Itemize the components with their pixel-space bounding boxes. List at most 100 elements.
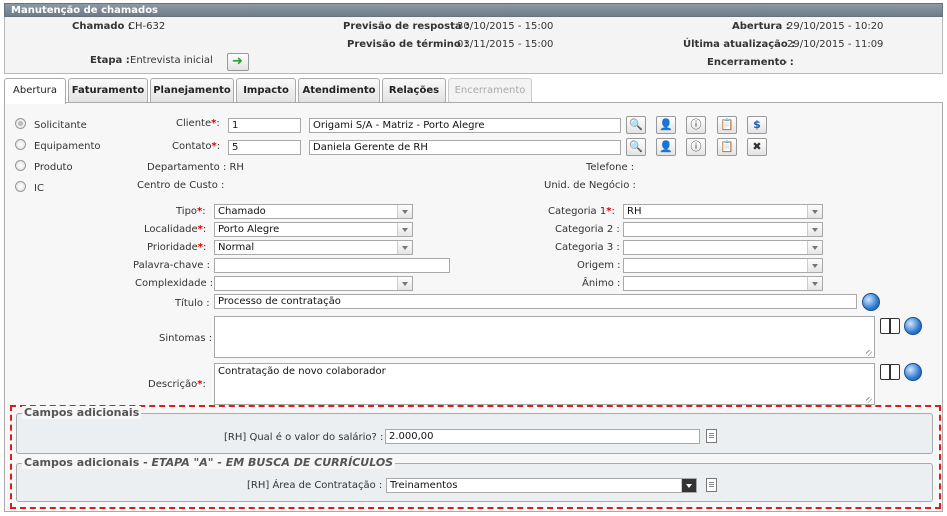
tab-relacoes[interactable]: Relações	[382, 78, 446, 103]
ultima-atualizacao-label: Última atualização :	[683, 39, 796, 50]
chevron-down-icon	[807, 277, 822, 290]
categoria3-label: Categoria 3 :	[555, 242, 620, 253]
previsao-termino-label: Previsão de término :	[347, 39, 469, 50]
translate-globe-icon[interactable]	[862, 293, 880, 311]
window-title: Manutenção de chamados	[4, 3, 943, 17]
tab-planejamento[interactable]: Planejamento	[150, 78, 234, 103]
chevron-down-icon	[807, 259, 822, 272]
tab-atendimento[interactable]: Atendimento	[298, 78, 380, 103]
complexidade-select[interactable]	[214, 276, 413, 291]
cliente-name-input[interactable]: Origami S/A - Matriz - Porto Alegre	[309, 118, 621, 133]
radio-produto-label: Produto	[34, 162, 73, 173]
campos-adicionais-legend: Campos adicionais	[22, 406, 142, 419]
chevron-down-icon	[807, 205, 822, 218]
unid-negocio-label: Unid. de Negócio :	[544, 180, 636, 191]
document-icon[interactable]	[706, 478, 717, 492]
contato-tools-button[interactable]: ✖	[747, 138, 767, 156]
contato-name-input[interactable]: Daniela Gerente de RH	[309, 140, 621, 155]
origem-select[interactable]	[623, 258, 823, 273]
tab-faturamento[interactable]: Faturamento	[68, 78, 148, 103]
cliente-search-button[interactable]: 🔍	[626, 116, 646, 134]
etapa-value: Entrevista inicial	[130, 55, 213, 66]
cliente-code-input[interactable]: 1	[228, 118, 301, 133]
cliente-info-button[interactable]: ⓘ	[686, 116, 706, 134]
abertura-value: 29/10/2015 - 10:20	[787, 21, 884, 32]
departamento-text: Departamento : RH	[147, 162, 244, 173]
animo-label: Ânimo :	[582, 278, 621, 289]
radio-solicitante-label: Solicitante	[34, 120, 87, 131]
categoria2-label: Categoria 2 :	[555, 224, 620, 235]
chevron-down-icon	[397, 205, 412, 218]
radio-produto[interactable]	[15, 160, 26, 171]
area-contratacao-select[interactable]: Treinamentos	[386, 478, 697, 493]
radio-equipamento[interactable]	[15, 139, 26, 150]
palavra-chave-input[interactable]	[214, 258, 450, 273]
salario-input[interactable]: 2.000,00	[385, 429, 700, 444]
chamado-label: Chamado :	[72, 21, 132, 32]
cliente-notes-button[interactable]: 📋	[717, 116, 737, 134]
localidade-label: Localidade*:	[144, 224, 207, 235]
tab-encerramento: Encerramento	[448, 78, 532, 103]
previsao-termino-value: 03/11/2015 - 15:00	[457, 39, 554, 50]
sintomas-label: Sintomas :	[159, 333, 213, 344]
centro-custo-label: Centro de Custo :	[137, 180, 225, 191]
tipo-select[interactable]: Chamado	[214, 204, 413, 219]
tab-impacto[interactable]: Impacto	[236, 78, 296, 103]
tab-abertura[interactable]: Abertura	[4, 78, 66, 104]
complexidade-label: Complexidade :	[135, 278, 214, 289]
ultima-atualizacao-value: 29/10/2015 - 11:09	[787, 39, 884, 50]
radio-ic-label: IC	[34, 183, 44, 194]
contato-code-input[interactable]: 5	[228, 140, 301, 155]
radio-ic[interactable]	[15, 181, 26, 192]
book-icon[interactable]	[880, 318, 900, 334]
tab-bar: Abertura Faturamento Planejamento Impact…	[4, 78, 943, 104]
prioridade-label: Prioridade*:	[147, 242, 207, 253]
titulo-input[interactable]: Processo de contratação	[214, 294, 857, 309]
origem-label: Origem :	[577, 260, 621, 271]
chevron-down-icon	[681, 479, 696, 492]
chevron-down-icon	[807, 241, 822, 254]
tipo-label: Tipo*:	[176, 206, 206, 217]
localidade-select[interactable]: Porto Alegre	[214, 222, 413, 237]
encerramento-value: -	[784, 57, 788, 68]
cliente-billing-button[interactable]: $	[747, 116, 767, 134]
contato-notes-button[interactable]: 📋	[717, 138, 737, 156]
abertura-label: Abertura :	[732, 21, 790, 32]
contato-info-button[interactable]: ⓘ	[686, 138, 706, 156]
descricao-textarea[interactable]: Contratação de novo colaborador	[214, 363, 875, 405]
sintomas-textarea[interactable]	[214, 316, 875, 358]
radio-equipamento-label: Equipamento	[34, 141, 101, 152]
contato-user-button[interactable]: 👤	[656, 138, 676, 156]
previsao-resposta-value: 30/10/2015 - 15:00	[457, 21, 554, 32]
translate-globe-icon[interactable]	[904, 317, 922, 335]
cliente-label: Cliente*:	[176, 118, 220, 129]
categoria1-label: Categoria 1*:	[548, 206, 615, 217]
book-icon[interactable]	[880, 364, 900, 380]
categoria1-select[interactable]: RH	[623, 204, 823, 219]
descricao-label: Descrição*:	[148, 379, 206, 390]
radio-solicitante[interactable]	[15, 118, 26, 129]
chevron-down-icon	[807, 223, 822, 236]
contato-search-button[interactable]: 🔍	[626, 138, 646, 156]
chamado-value: CH-632	[128, 21, 166, 32]
categoria3-select[interactable]	[623, 240, 823, 255]
etapa-label: Etapa :	[90, 55, 130, 66]
campos-adicionais-etapa-legend: Campos adicionais - ETAPA "A" - EM BUSCA…	[22, 456, 396, 469]
cliente-user-button[interactable]: 👤	[656, 116, 676, 134]
categoria2-select[interactable]	[623, 222, 823, 237]
chevron-down-icon	[397, 241, 412, 254]
contato-label: Contato*:	[172, 141, 221, 152]
document-icon[interactable]	[706, 429, 717, 443]
area-contratacao-label: [RH] Área de Contratação :	[247, 480, 383, 491]
salario-label: [RH] Qual é o valor do salário? :	[224, 432, 384, 443]
advance-stage-button[interactable]	[227, 53, 249, 71]
prioridade-select[interactable]: Normal	[214, 240, 413, 255]
telefone-label: Telefone :	[586, 162, 635, 173]
chevron-down-icon	[397, 223, 412, 236]
palavra-chave-label: Palavra-chave :	[133, 260, 210, 271]
previsao-resposta-label: Previsão de resposta :	[343, 21, 470, 32]
encerramento-label: Encerramento :	[707, 57, 794, 68]
resize-grip-icon	[866, 350, 872, 356]
translate-globe-icon[interactable]	[904, 363, 922, 381]
animo-select[interactable]	[623, 276, 823, 291]
